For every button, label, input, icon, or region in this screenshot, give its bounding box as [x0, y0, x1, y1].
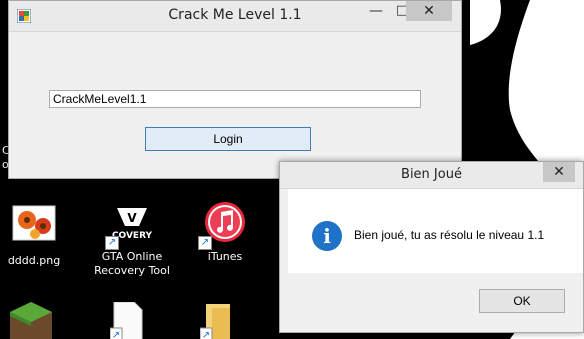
minecraft-icon[interactable]: [8, 300, 54, 339]
desktop-icon-gta-online-recovery-tool[interactable]: V COVERY ↗ GTA Online Recovery Tool: [87, 200, 177, 278]
desktop-icon-itunes[interactable]: ↗ iTunes: [180, 200, 270, 264]
dialog-button-area: OK: [288, 273, 583, 324]
dialog-title-bar[interactable]: Bien Joué ✕: [280, 162, 583, 189]
window-client-area: CrackMeLevel1.1 Login: [13, 32, 457, 174]
ok-button[interactable]: OK: [479, 289, 565, 313]
desktop-icon-label: GTA Online Recovery Tool: [94, 250, 170, 277]
svg-text:↗: ↗: [112, 330, 120, 339]
level-input[interactable]: CrackMeLevel1.1: [49, 90, 421, 108]
folder-icon[interactable]: ↗: [199, 302, 240, 339]
close-button[interactable]: ✕: [406, 1, 452, 21]
title-bar[interactable]: Crack Me Level 1.1 — □ ✕: [9, 1, 461, 32]
dialog-title: Bien Joué: [401, 167, 462, 182]
svg-text:V: V: [127, 211, 137, 225]
shortcut-arrow-icon: ↗: [105, 236, 119, 250]
itunes-icon: ↗: [198, 200, 248, 250]
message-box: Bien Joué ✕ i Bien joué, tu as résolu le…: [279, 161, 584, 333]
info-icon: i: [312, 221, 342, 251]
svg-text:↗: ↗: [202, 330, 210, 339]
desktop-icon-dddd-png[interactable]: dddd.png: [0, 204, 79, 268]
desktop-icon-label: dddd.png: [7, 254, 61, 267]
shortcut-arrow-icon: ↗: [198, 236, 212, 250]
desktop-icon-label: iTunes: [207, 250, 243, 263]
dialog-close-button[interactable]: ✕: [543, 162, 575, 182]
crackme-window: Crack Me Level 1.1 — □ ✕ CrackMeLevel1.1…: [8, 0, 462, 179]
minimize-button[interactable]: —: [363, 1, 389, 21]
login-button[interactable]: Login: [145, 127, 311, 151]
blank-file-icon[interactable]: ↗: [109, 301, 146, 339]
gta-icon: V COVERY ↗: [105, 200, 155, 250]
message-area: i Bien joué, tu as résolu le niveau 1.1: [288, 189, 583, 273]
image-file-icon: [11, 204, 57, 250]
message-text: Bien joué, tu as résolu le niveau 1.1: [354, 228, 545, 242]
